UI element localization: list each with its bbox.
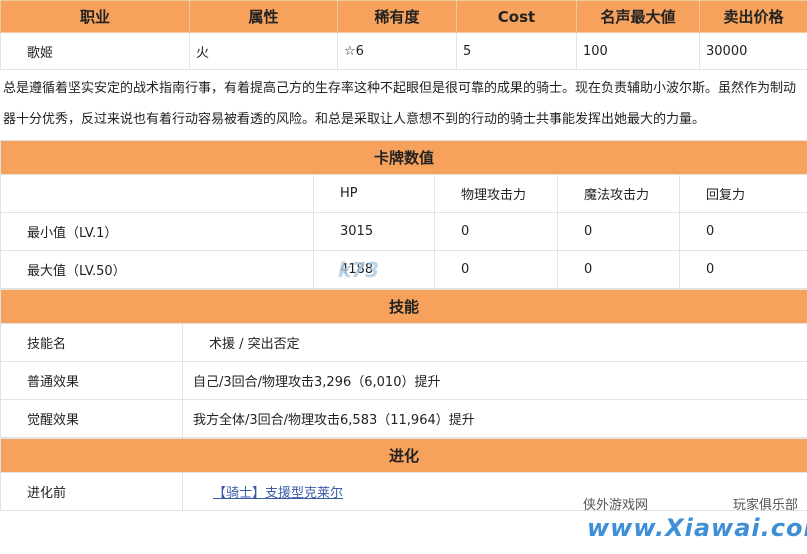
header-job: 职业 — [0, 0, 190, 33]
evolution-label: 进化前 — [0, 472, 183, 511]
stats-row-max: 最大值（LV.50） 4188 0 0 0 — [0, 250, 807, 289]
evolution-title: 进化 — [0, 438, 807, 473]
stats-table: 卡牌数值 HP 物理攻击力 魔法攻击力 回复力 最小值（LV.1） 3015 0… — [0, 140, 807, 289]
header-sell-price: 卖出价格 — [699, 0, 807, 33]
info-value-row: 歌姬 火 ☆6 5 100 30000 — [0, 32, 807, 70]
stats-title: 卡牌数值 — [0, 140, 807, 175]
stats-max-recovery: 0 — [679, 250, 807, 289]
stats-max-magic-attack: 0 — [557, 250, 680, 289]
skill-normal-label: 普通效果 — [0, 361, 183, 400]
card-description: 总是遵循着坚实安定的战术指南行事，有着提高己方的生存率这种不起眼但是很可靠的成果… — [3, 81, 797, 127]
skill-title: 技能 — [0, 289, 807, 324]
cell-rarity: ☆6 — [337, 32, 457, 70]
skill-name-row: 技能名 术援 / 突出否定 — [0, 323, 807, 362]
cell-max-fame: 100 — [576, 32, 700, 70]
skill-table: 技能 技能名 术援 / 突出否定 普通效果 自己/3回合/物理攻击3,296（6… — [0, 289, 807, 438]
header-max-fame: 名声最大値 — [576, 0, 700, 33]
header-cost: Cost — [456, 0, 577, 33]
stats-min-recovery: 0 — [679, 212, 807, 251]
header-rarity: 稀有度 — [337, 0, 457, 33]
stats-max-physical-attack: 0 — [434, 250, 558, 289]
header-attribute: 属性 — [189, 0, 338, 33]
skill-normal-row: 普通效果 自己/3回合/物理攻击3,296（6,010）提升 — [0, 361, 807, 400]
skill-normal-value: 自己/3回合/物理攻击3,296（6,010）提升 — [181, 361, 807, 400]
stats-header-magic-attack: 魔法攻击力 — [557, 174, 680, 213]
stats-header-blank — [0, 174, 314, 213]
cell-attribute: 火 — [189, 32, 338, 70]
stats-header-hp: HP — [313, 174, 435, 213]
stats-row-min: 最小值（LV.1） 3015 0 0 0 — [0, 212, 807, 251]
stats-header-recovery: 回复力 — [679, 174, 807, 213]
stats-min-hp: 3015 — [313, 212, 435, 251]
stats-min-physical-attack: 0 — [434, 212, 558, 251]
evolution-row: 进化前 【骑士】支援型克莱尔 — [0, 472, 807, 511]
skill-awaken-row: 觉醒效果 我方全体/3回合/物理攻击6,583（11,964）提升 — [0, 399, 807, 438]
info-header-row: 职业 属性 稀有度 Cost 名声最大値 卖出价格 — [0, 0, 807, 33]
xiawai-url-text: www.Xiawai.com — [587, 514, 807, 542]
evolution-table: 进化 进化前 【骑士】支援型克莱尔 — [0, 438, 807, 511]
skill-name-label: 技能名 — [0, 323, 183, 362]
cell-cost: 5 — [456, 32, 577, 70]
skill-awaken-label: 觉醒效果 — [0, 399, 183, 438]
info-table: 职业 属性 稀有度 Cost 名声最大値 卖出价格 歌姬 火 ☆6 5 100 … — [0, 0, 807, 70]
stats-max-hp: 4188 — [313, 250, 435, 289]
stats-header-physical-attack: 物理攻击力 — [434, 174, 558, 213]
cell-job: 歌姬 — [0, 32, 190, 70]
stats-header-row: HP 物理攻击力 魔法攻击力 回复力 — [0, 174, 807, 213]
evolution-link[interactable]: 【骑士】支援型克莱尔 — [213, 486, 343, 501]
cell-sell-price: 30000 — [699, 32, 807, 70]
stats-min-magic-attack: 0 — [557, 212, 680, 251]
stats-min-label: 最小值（LV.1） — [0, 212, 314, 251]
skill-awaken-value: 我方全体/3回合/物理攻击6,583（11,964）提升 — [181, 399, 807, 438]
stats-max-label: 最大值（LV.50） — [0, 250, 314, 289]
skill-name-value: 术援 / 突出否定 — [181, 323, 807, 362]
